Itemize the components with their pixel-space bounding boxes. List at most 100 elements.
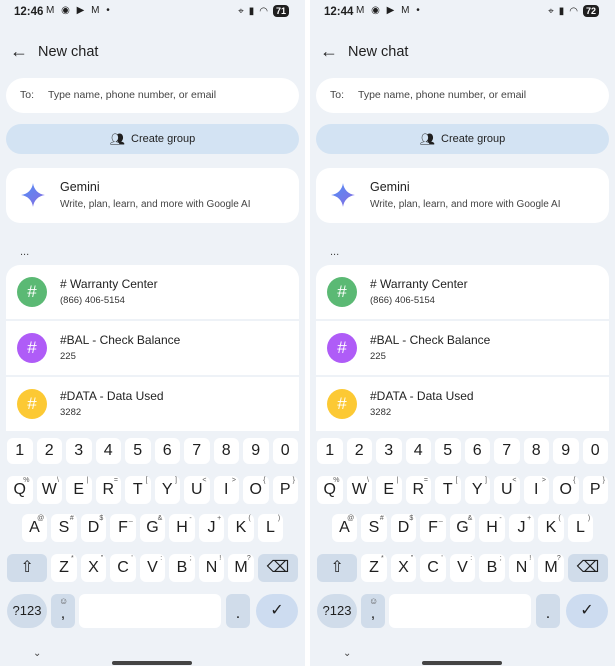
key-f[interactable]: F _ [110, 514, 136, 542]
back-arrow-icon[interactable]: ← [8, 40, 30, 62]
gesture-nav-handle[interactable] [422, 661, 502, 665]
key-o[interactable]: O{ [553, 476, 579, 504]
key-8[interactable]: 8 [213, 438, 239, 464]
key-b[interactable]: B; [169, 554, 195, 582]
backspace-key[interactable]: ⌫ [567, 554, 608, 582]
key-d[interactable]: D $ [80, 514, 107, 542]
shift-key[interactable]: ⇧ [317, 554, 358, 582]
key-h[interactable]: H- [479, 514, 505, 542]
key-a[interactable]: A @ [331, 514, 358, 542]
key-n[interactable]: N! [198, 554, 225, 582]
key-8[interactable]: 8 [523, 438, 549, 464]
symbols-key[interactable]: ?123 [317, 594, 357, 628]
key-w[interactable]: W \ [346, 476, 372, 504]
key-m[interactable]: M? [538, 554, 564, 582]
gemini-suggestion[interactable]: Gemini Write, plan, learn, and more with… [316, 168, 609, 223]
key-g[interactable]: G & [139, 514, 166, 542]
hide-keyboard-icon[interactable]: ⌄ [343, 648, 351, 659]
key-i[interactable]: I > [213, 476, 239, 504]
key-o[interactable]: O{ [243, 476, 269, 504]
contact-item[interactable]: # #DATA - Data Used 3282 [316, 377, 609, 431]
key-9[interactable]: 9 [243, 438, 269, 464]
key-4[interactable]: 4 [95, 438, 121, 464]
recipient-input[interactable] [358, 84, 598, 106]
key-5[interactable]: 5 [125, 438, 151, 464]
key-e[interactable]: E | [66, 476, 92, 504]
period-key[interactable]: . [226, 594, 250, 628]
key-g[interactable]: G & [449, 514, 476, 542]
shift-key[interactable]: ⇧ [7, 554, 48, 582]
recipient-input[interactable] [48, 84, 288, 106]
key-x[interactable]: X " [390, 554, 417, 582]
key-l[interactable]: L) [567, 514, 594, 542]
period-key[interactable]: . [536, 594, 560, 628]
gemini-suggestion[interactable]: Gemini Write, plan, learn, and more with… [6, 168, 299, 223]
emoji-comma-key[interactable]: , ☺ [51, 594, 75, 628]
key-q[interactable]: Q% [317, 476, 343, 504]
key-t[interactable]: T[ [125, 476, 151, 504]
key-j[interactable]: J + [508, 514, 535, 542]
key-k[interactable]: K( [538, 514, 564, 542]
recipient-field[interactable]: To: [6, 78, 299, 113]
key-c[interactable]: C ' [110, 554, 136, 582]
key-h[interactable]: H- [169, 514, 195, 542]
contact-item[interactable]: # # Warranty Center (866) 406-5154 [6, 265, 299, 319]
key-m[interactable]: M? [228, 554, 254, 582]
key-3[interactable]: 3 [66, 438, 92, 464]
key-3[interactable]: 3 [376, 438, 402, 464]
key-0[interactable]: 0 [272, 438, 298, 464]
key-r[interactable]: R = [405, 476, 431, 504]
key-0[interactable]: 0 [582, 438, 608, 464]
key-6[interactable]: 6 [154, 438, 180, 464]
key-v[interactable]: V: [449, 554, 476, 582]
key-x[interactable]: X " [80, 554, 107, 582]
enter-key[interactable]: ✓ [256, 594, 298, 628]
key-i[interactable]: I > [523, 476, 549, 504]
recipient-field[interactable]: To: [316, 78, 609, 113]
contact-item[interactable]: # # Warranty Center (866) 406-5154 [316, 265, 609, 319]
key-v[interactable]: V: [139, 554, 166, 582]
key-c[interactable]: C ' [420, 554, 446, 582]
symbols-key[interactable]: ?123 [7, 594, 47, 628]
space-bar[interactable] [79, 594, 221, 628]
key-9[interactable]: 9 [553, 438, 579, 464]
key-q[interactable]: Q% [7, 476, 33, 504]
key-z[interactable]: Z * [51, 554, 77, 582]
key-u[interactable]: U < [494, 476, 520, 504]
key-j[interactable]: J + [198, 514, 225, 542]
create-group-button[interactable]: 👥︎ Create group [316, 124, 609, 154]
key-2[interactable]: 2 [36, 438, 62, 464]
key-n[interactable]: N! [508, 554, 535, 582]
key-a[interactable]: A @ [21, 514, 48, 542]
space-bar[interactable] [389, 594, 531, 628]
hide-keyboard-icon[interactable]: ⌄ [33, 648, 41, 659]
key-t[interactable]: T[ [435, 476, 461, 504]
key-b[interactable]: B; [479, 554, 505, 582]
key-5[interactable]: 5 [435, 438, 461, 464]
key-z[interactable]: Z * [361, 554, 387, 582]
create-group-button[interactable]: 👥︎ Create group [6, 124, 299, 154]
key-r[interactable]: R = [95, 476, 121, 504]
key-s[interactable]: S # [361, 514, 387, 542]
back-arrow-icon[interactable]: ← [318, 40, 340, 62]
contact-item[interactable]: # #BAL - Check Balance 225 [6, 321, 299, 375]
key-e[interactable]: E | [376, 476, 402, 504]
key-7[interactable]: 7 [184, 438, 210, 464]
contact-item[interactable]: # #BAL - Check Balance 225 [316, 321, 609, 375]
contact-item[interactable]: # #DATA - Data Used 3282 [6, 377, 299, 431]
key-p[interactable]: P} [272, 476, 298, 504]
key-l[interactable]: L) [257, 514, 284, 542]
key-1[interactable]: 1 [7, 438, 33, 464]
key-y[interactable]: Y] [154, 476, 180, 504]
key-7[interactable]: 7 [494, 438, 520, 464]
key-p[interactable]: P} [582, 476, 608, 504]
key-f[interactable]: F _ [420, 514, 446, 542]
key-4[interactable]: 4 [405, 438, 431, 464]
enter-key[interactable]: ✓ [566, 594, 608, 628]
key-s[interactable]: S # [51, 514, 77, 542]
gesture-nav-handle[interactable] [112, 661, 192, 665]
key-u[interactable]: U < [184, 476, 210, 504]
emoji-comma-key[interactable]: , ☺ [361, 594, 385, 628]
key-k[interactable]: K( [228, 514, 254, 542]
key-d[interactable]: D $ [390, 514, 417, 542]
